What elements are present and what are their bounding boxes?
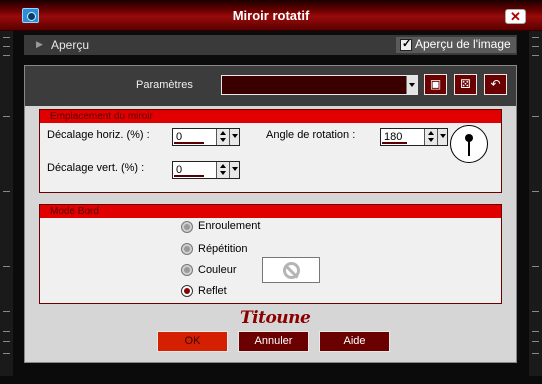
radio-repetition-label[interactable]: Répétition bbox=[198, 243, 248, 255]
horiz-offset-label: Décalage horiz. (%) : bbox=[47, 129, 150, 141]
vert-offset-spinner[interactable] bbox=[216, 162, 229, 178]
vert-offset-field[interactable]: 0 bbox=[172, 161, 240, 179]
rotation-angle-bar bbox=[382, 142, 407, 144]
rotation-angle-spinner[interactable] bbox=[424, 129, 437, 145]
horiz-offset-field[interactable]: 0 bbox=[172, 128, 240, 146]
reset-button[interactable]: ↶ bbox=[484, 74, 507, 95]
cancel-button[interactable]: Annuler bbox=[238, 331, 309, 352]
ok-button[interactable]: OK bbox=[157, 331, 228, 352]
vert-offset-dropdown[interactable] bbox=[229, 162, 239, 178]
save-preset-button[interactable]: ▣ bbox=[424, 74, 447, 95]
no-color-icon bbox=[283, 262, 300, 279]
show-image-label: Aperçu de l'image bbox=[415, 37, 511, 51]
close-icon: ✕ bbox=[510, 9, 521, 24]
show-image-checkbox[interactable]: ✓ bbox=[400, 38, 412, 51]
vert-offset-bar bbox=[174, 175, 204, 177]
main-panel: Paramètres ▣ ⚄ ↶ Emplacement du miroir D… bbox=[24, 65, 517, 363]
radio-enroulement[interactable] bbox=[181, 221, 193, 233]
emplacement-group: Emplacement du miroir Décalage horiz. (%… bbox=[39, 109, 502, 193]
apercu-bar[interactable]: ▶ Aperçu ✓ Aperçu de l'image bbox=[24, 35, 517, 55]
reset-icon: ↶ bbox=[490, 77, 501, 91]
title-bar[interactable]: Miroir rotatif ✕ bbox=[0, 0, 542, 31]
close-button[interactable]: ✕ bbox=[505, 9, 526, 24]
checkmark-icon: ✓ bbox=[402, 38, 412, 50]
help-button[interactable]: Aide bbox=[319, 331, 390, 352]
chevron-down-icon[interactable] bbox=[406, 76, 417, 94]
apercu-label[interactable]: Aperçu bbox=[51, 38, 89, 52]
radio-couleur-label[interactable]: Couleur bbox=[198, 264, 237, 276]
randomize-button[interactable]: ⚄ bbox=[454, 74, 477, 95]
params-strip: Paramètres ▣ ⚄ ↶ bbox=[25, 66, 516, 106]
radio-couleur[interactable] bbox=[181, 264, 193, 276]
params-label: Paramètres bbox=[136, 79, 193, 91]
randomize-icon: ⚄ bbox=[460, 77, 471, 91]
rotation-angle-dropdown[interactable] bbox=[437, 129, 447, 145]
radio-repetition[interactable] bbox=[181, 243, 193, 255]
mode-bord-group: Mode Bord Enroulement Répétition Couleur… bbox=[39, 204, 502, 304]
window-title: Miroir rotatif bbox=[232, 8, 310, 23]
radio-reflet[interactable] bbox=[181, 285, 193, 297]
rotation-angle-field[interactable]: 180 bbox=[380, 128, 448, 146]
horiz-offset-bar bbox=[174, 142, 204, 144]
brand-signature: Titoune bbox=[240, 308, 311, 328]
horiz-offset-spinner[interactable] bbox=[216, 129, 229, 145]
emplacement-header: Emplacement du miroir bbox=[40, 110, 501, 123]
show-image-toggle[interactable]: ✓ Aperçu de l'image bbox=[396, 37, 516, 53]
vert-offset-label: Décalage vert. (%) : bbox=[47, 162, 145, 174]
edge-color-swatch[interactable] bbox=[262, 257, 320, 283]
horiz-offset-dropdown[interactable] bbox=[229, 129, 239, 145]
radio-reflet-label[interactable]: Reflet bbox=[198, 285, 227, 297]
rotation-angle-label: Angle de rotation : bbox=[266, 129, 356, 141]
right-rail bbox=[529, 31, 542, 376]
mode-bord-header: Mode Bord bbox=[40, 205, 501, 218]
preset-select[interactable] bbox=[221, 75, 418, 95]
miroir-rotatif-dialog: Miroir rotatif ✕ ▶ Aperçu ✓ Aperçu de l'… bbox=[0, 0, 542, 384]
rotation-dial[interactable] bbox=[450, 125, 488, 163]
left-rail bbox=[0, 31, 13, 376]
save-icon: ▣ bbox=[429, 77, 442, 91]
expand-arrow-icon[interactable]: ▶ bbox=[36, 39, 43, 50]
radio-enroulement-label[interactable]: Enroulement bbox=[198, 220, 260, 232]
